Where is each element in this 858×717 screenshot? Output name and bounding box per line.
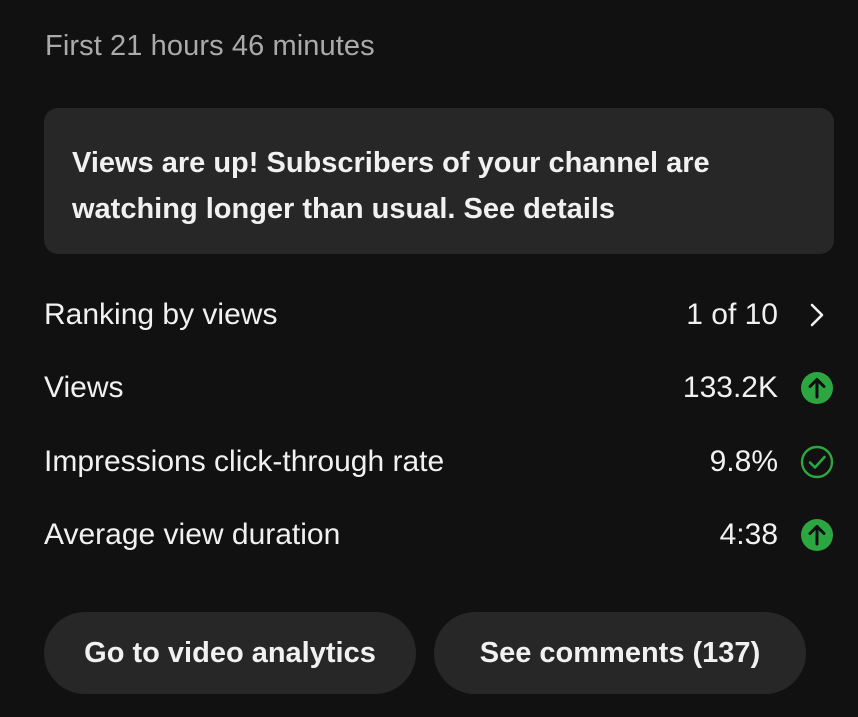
insight-banner[interactable]: Views are up! Subscribers of your channe… bbox=[44, 108, 834, 254]
go-to-video-analytics-button[interactable]: Go to video analytics bbox=[44, 612, 416, 694]
metric-value: 9.8% bbox=[709, 445, 778, 478]
chevron-right-icon[interactable] bbox=[800, 298, 834, 332]
metric-value: 4:38 bbox=[719, 518, 778, 551]
metric-value: 133.2K bbox=[682, 371, 778, 404]
metric-value: 1 of 10 bbox=[686, 298, 778, 331]
video-performance-card: First 21 hours 46 minutes Views are up! … bbox=[0, 0, 858, 717]
metric-row-avg-duration: Average view duration 4:38 bbox=[44, 515, 834, 555]
arrow-up-circle-icon bbox=[800, 518, 834, 552]
metric-row-ranking[interactable]: Ranking by views 1 of 10 bbox=[44, 295, 834, 335]
metric-label: Average view duration bbox=[44, 518, 341, 551]
check-circle-icon bbox=[800, 445, 834, 479]
metric-label: Ranking by views bbox=[44, 298, 278, 331]
arrow-up-circle-icon bbox=[800, 371, 834, 405]
period-label: First 21 hours 46 minutes bbox=[45, 30, 375, 62]
metric-row-ctr: Impressions click-through rate 9.8% bbox=[44, 442, 834, 482]
metric-label: Views bbox=[44, 371, 124, 404]
see-comments-button[interactable]: See comments (137) bbox=[434, 612, 806, 694]
insight-banner-text: Views are up! Subscribers of your channe… bbox=[72, 147, 710, 225]
metric-label: Impressions click-through rate bbox=[44, 445, 445, 478]
metric-row-views: Views 133.2K bbox=[44, 368, 834, 408]
